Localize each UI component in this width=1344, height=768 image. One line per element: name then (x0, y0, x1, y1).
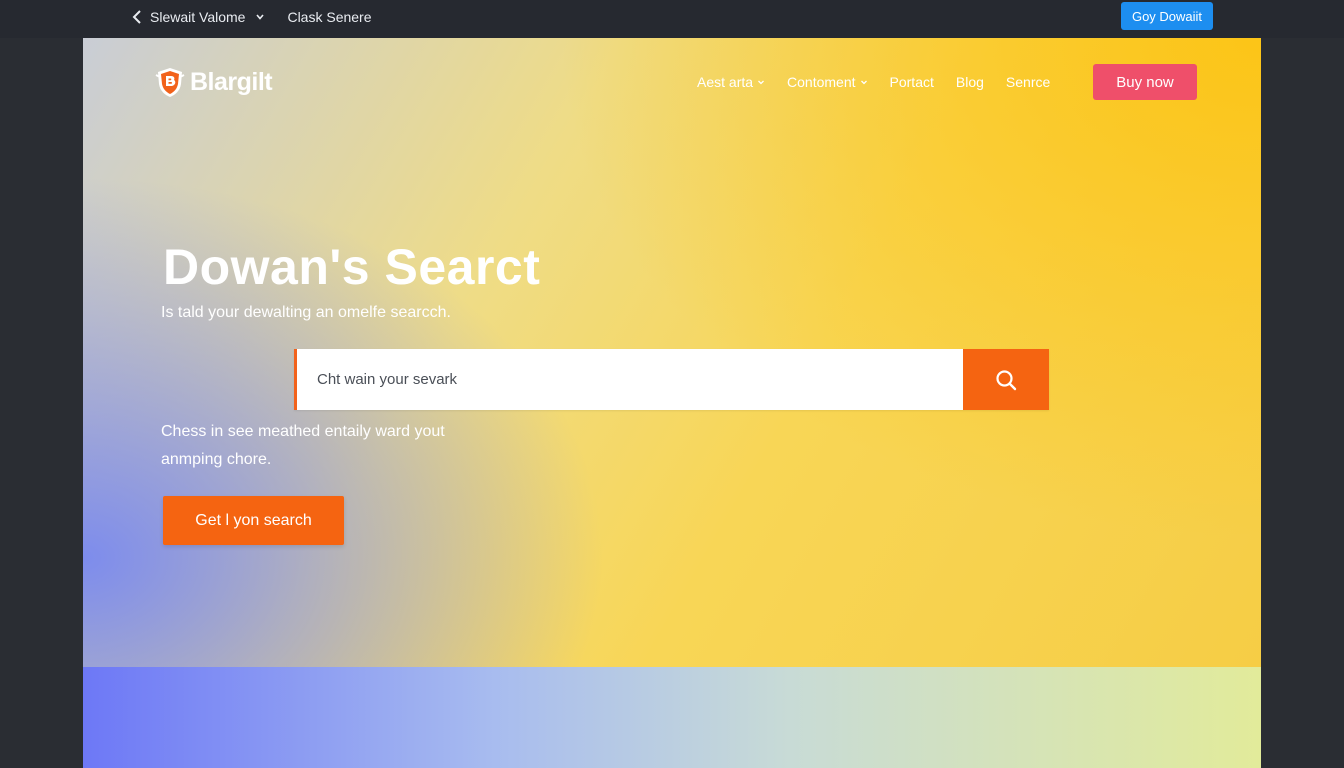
hero-subtitle: Is tald your dewalting an omelfe searcch… (161, 304, 451, 321)
shield-logo-icon (154, 66, 186, 98)
hero-title: Dowan's Searct (163, 239, 541, 295)
nav-item-label: Portact (889, 74, 934, 90)
hero-description: Chess in see meathed entaily ward yout a… (161, 423, 445, 468)
hero-section: Blargilt Aest arta Contoment Portact Blo… (83, 38, 1261, 667)
top-cta-button[interactable]: Goy Dowaiit (1121, 2, 1213, 30)
nav-item-label: Contoment (787, 74, 856, 90)
top-bar-left: Slewait Valome Clask Senere (132, 0, 372, 34)
get-search-button[interactable]: Get l yon search (163, 496, 344, 545)
gradient-band (83, 667, 1261, 768)
landing-page: Blargilt Aest arta Contoment Portact Blo… (83, 38, 1261, 768)
nav-item-blog[interactable]: Blog (956, 74, 984, 90)
logo-text: Blargilt (190, 67, 273, 96)
nav-item-label: Aest arta (697, 74, 754, 90)
chevron-down-icon[interactable] (255, 12, 265, 22)
search-icon (995, 369, 1017, 391)
nav-item-aest-arta[interactable]: Aest arta (697, 74, 765, 90)
chevron-left-icon[interactable] (132, 10, 142, 24)
chevron-down-icon (757, 78, 765, 86)
nav-item-senrce[interactable]: Senrce (1006, 74, 1050, 90)
site-selector[interactable]: Slewait Valome (150, 9, 245, 25)
logo[interactable]: Blargilt (154, 66, 273, 98)
nav-item-portact[interactable]: Portact (890, 74, 934, 90)
nav-item-contoment[interactable]: Contoment (787, 74, 867, 90)
main-nav: Aest arta Contoment Portact Blog Senrce (697, 64, 1072, 100)
search-bar (294, 349, 1049, 410)
chevron-down-icon (860, 78, 868, 86)
buy-now-button[interactable]: Buy now (1093, 64, 1197, 100)
nav-item-label: Blog (955, 74, 984, 90)
top-bar-link[interactable]: Clask Senere (287, 9, 371, 25)
browser-top-bar: Slewait Valome Clask Senere Goy Dowaiit (0, 0, 1344, 38)
search-input[interactable] (297, 349, 963, 410)
search-button[interactable] (963, 349, 1049, 410)
nav-item-label: Senrce (1005, 74, 1051, 90)
